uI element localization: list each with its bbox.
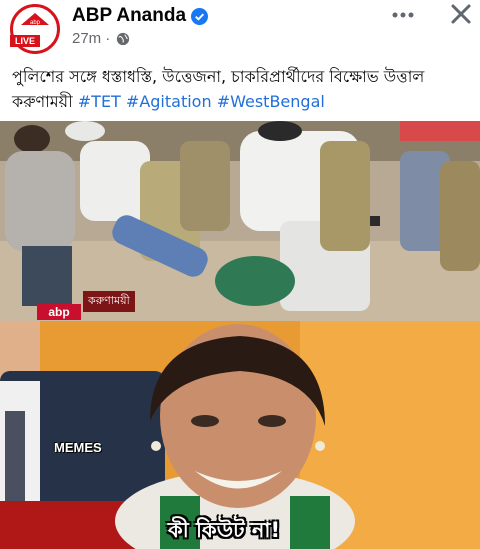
hashtag-westbengal[interactable]: #WestBengal (217, 92, 325, 111)
close-icon[interactable] (449, 2, 473, 26)
abp-logo-icon: abp (21, 13, 49, 26)
channel-location-tag: করুণাময়ী (83, 291, 135, 312)
hashtag-agitation[interactable]: #Agitation (126, 92, 212, 111)
meme-caption: কী কিউট না! (168, 518, 281, 542)
meta-dot: · (105, 30, 111, 47)
post-header: abp LIVE ABP Ananda 27m · (0, 0, 480, 58)
globe-icon (117, 32, 130, 45)
more-options-icon[interactable] (390, 6, 416, 24)
live-badge: LIVE (10, 35, 40, 47)
page-name[interactable]: ABP Ananda (72, 5, 186, 27)
news-photo[interactable]: করুণাময়ী abp (0, 121, 480, 321)
svg-text:abp: abp (30, 20, 41, 26)
post-meta: 27m · (72, 30, 130, 47)
memes-watermark: MEMES (54, 440, 102, 455)
hashtag-tet[interactable]: #TET (78, 92, 121, 111)
news-photo-scene (0, 121, 480, 321)
meme-photo[interactable]: MEMES কী কিউট না! (0, 321, 480, 549)
post-time[interactable]: 27m (72, 30, 101, 47)
abp-watermark: abp (37, 304, 81, 320)
verified-icon (191, 8, 208, 25)
post-text: পুলিশের সঙ্গে ধস্তাধস্তি, উত্তেজনা, চাকর… (12, 64, 472, 114)
